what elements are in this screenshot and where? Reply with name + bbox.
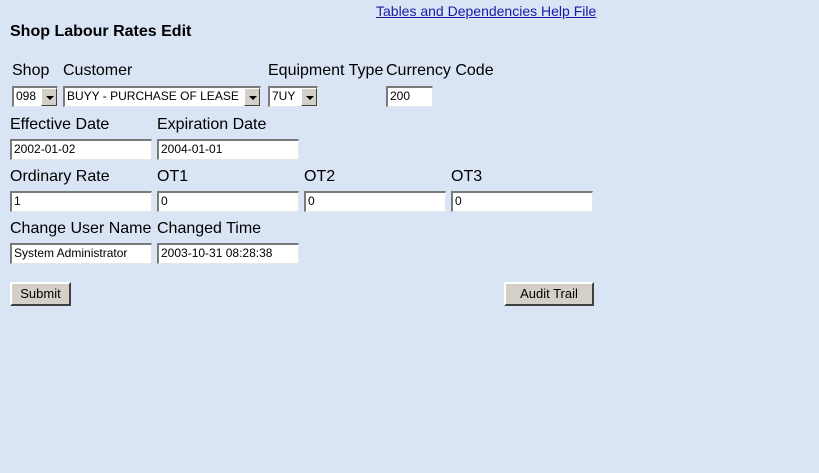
expiration-date-input[interactable]: 2004-01-01 — [157, 139, 299, 160]
ot2-input[interactable]: 0 — [304, 191, 446, 212]
effective-date-label: Effective Date — [10, 116, 110, 133]
currency-code-label: Currency Code — [386, 62, 494, 79]
changed-time-input[interactable]: 2003-10-31 08:28:38 — [157, 243, 299, 264]
shop-label: Shop — [12, 62, 50, 79]
equipment-type-label: Equipment Type — [268, 62, 384, 79]
ot1-label: OT1 — [157, 168, 189, 185]
help-file-link[interactable]: Tables and Dependencies Help File — [376, 3, 596, 19]
ot1-input[interactable]: 0 — [157, 191, 299, 212]
page-title: Shop Labour Rates Edit — [10, 23, 192, 40]
currency-code-input[interactable]: 200 — [386, 86, 433, 107]
ot3-input[interactable]: 0 — [451, 191, 593, 212]
ot2-label: OT2 — [304, 168, 336, 185]
ordinary-rate-input[interactable]: 1 — [10, 191, 152, 212]
customer-select-value: BUYY - PURCHASE OF LEASE — [67, 89, 239, 103]
equipment-type-select-value: 7UY — [272, 89, 296, 103]
chevron-down-icon[interactable] — [41, 88, 57, 106]
ordinary-rate-label: Ordinary Rate — [10, 168, 110, 185]
effective-date-input[interactable]: 2002-01-02 — [10, 139, 152, 160]
ot3-label: OT3 — [451, 168, 483, 185]
change-user-name-input[interactable]: System Administrator — [10, 243, 152, 264]
equipment-type-select[interactable]: 7UY — [268, 86, 318, 107]
customer-select[interactable]: BUYY - PURCHASE OF LEASE — [63, 86, 261, 107]
chevron-down-icon[interactable] — [244, 88, 260, 106]
shop-select[interactable]: 098 — [12, 86, 58, 107]
customer-label: Customer — [63, 62, 133, 79]
change-user-name-label: Change User Name — [10, 220, 152, 237]
submit-button[interactable]: Submit — [10, 282, 71, 306]
changed-time-label: Changed Time — [157, 220, 262, 237]
shop-select-value: 098 — [16, 89, 37, 103]
expiration-date-label: Expiration Date — [157, 116, 267, 133]
chevron-down-icon[interactable] — [301, 88, 317, 106]
audit-trail-button[interactable]: Audit Trail — [504, 282, 594, 306]
